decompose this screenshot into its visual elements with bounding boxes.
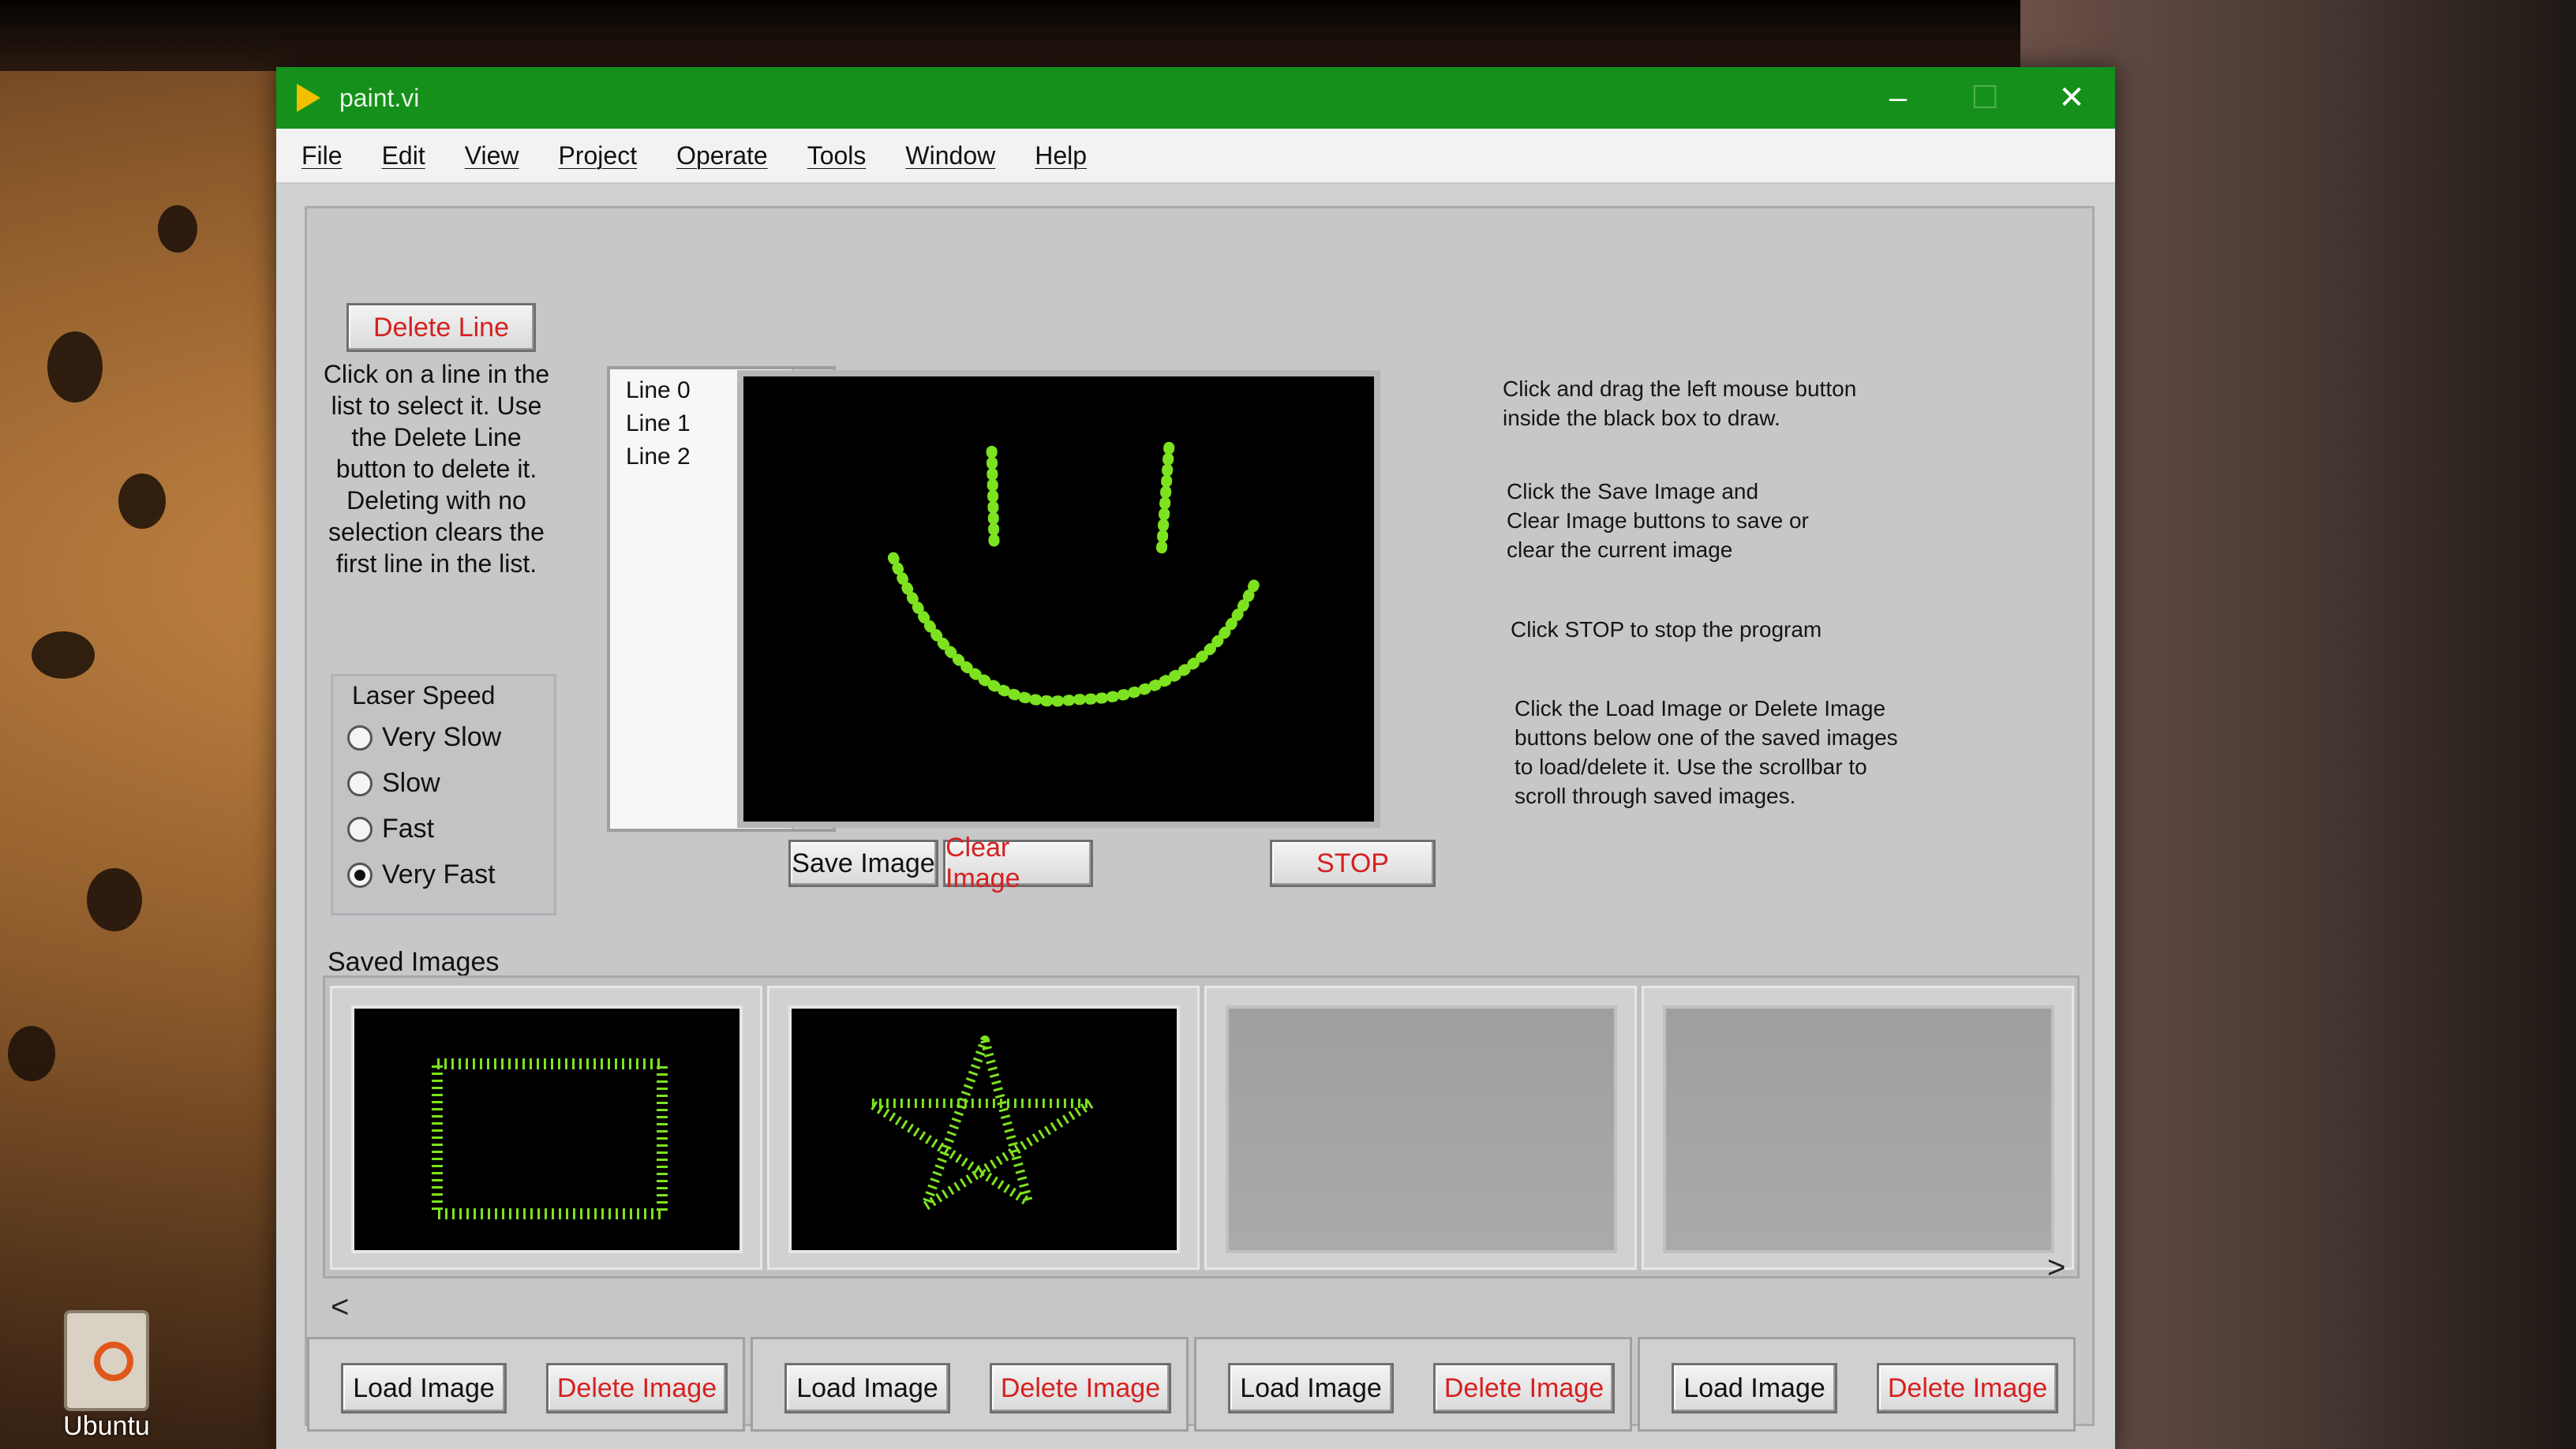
radio-circle <box>347 724 373 751</box>
radio-circle-selected <box>347 862 373 888</box>
radio-very-fast[interactable]: Very Fast <box>347 859 496 890</box>
menu-view[interactable]: View <box>451 141 534 170</box>
load-image-button[interactable]: Load Image <box>341 1363 507 1413</box>
clear-image-button[interactable]: Clear Image <box>943 833 1093 893</box>
saved-image-thumbnail-empty <box>1663 1005 2054 1253</box>
saved-image-thumbnail-empty <box>1226 1005 1617 1253</box>
radio-label: Very Fast <box>382 859 496 889</box>
delete-line-button[interactable]: Delete Line <box>346 303 536 352</box>
menu-project[interactable]: Project <box>544 141 651 170</box>
menu-help[interactable]: Help <box>1020 141 1101 170</box>
front-panel: Delete Line Click on a line in the list … <box>305 206 2095 1432</box>
delete-image-button[interactable]: Delete Image <box>546 1363 728 1413</box>
radio-label: Slow <box>382 768 440 798</box>
save-image-button[interactable]: Save Image <box>788 840 938 887</box>
saved-images-label: Saved Images <box>328 947 500 977</box>
slot-2-buttons: Load Image Delete Image <box>751 1337 1189 1432</box>
slot-4-buttons: Load Image Delete Image <box>1638 1337 2076 1432</box>
radio-label: Fast <box>382 814 435 844</box>
delete-image-button[interactable]: Delete Image <box>990 1363 1171 1413</box>
menu-window[interactable]: Window <box>891 141 1009 170</box>
load-image-button[interactable]: Load Image <box>1228 1363 1394 1413</box>
saved-image-thumbnail <box>788 1005 1180 1253</box>
instruction-draw: Click and drag the left mouse button ins… <box>1503 376 1857 430</box>
close-button[interactable]: ✕ <box>2028 67 2115 129</box>
laser-speed-group: Laser Speed Very Slow Slow Fast Very Fas… <box>331 674 556 915</box>
delete-image-button[interactable]: Delete Image <box>1433 1363 1615 1413</box>
star-drawing <box>866 1035 1096 1211</box>
menu-file[interactable]: File <box>287 141 357 170</box>
smiley-left-eye <box>986 445 1000 552</box>
saved-image-slot-3 <box>1204 986 1637 1270</box>
wallpaper-spot <box>8 1026 55 1081</box>
desktop-icon-label: Ubuntu <box>63 1411 150 1441</box>
instruction-save-clear: Click the Save Image and Clear Image but… <box>1507 479 1809 562</box>
instruction-stop: Click STOP to stop the program <box>1511 617 1822 642</box>
maximize-button[interactable]: ☐ <box>1941 67 2028 129</box>
laser-speed-title: Laser Speed <box>352 681 496 710</box>
minimize-button[interactable]: – <box>1855 67 1941 129</box>
list-item[interactable]: Line 2 <box>626 444 691 470</box>
radio-very-slow[interactable]: Very Slow <box>347 722 501 753</box>
list-item[interactable]: Line 0 <box>626 377 691 404</box>
labview-run-icon <box>297 84 320 112</box>
list-item[interactable]: Line 1 <box>626 410 691 437</box>
saved-image-slot-4 <box>1642 986 2074 1270</box>
wallpaper-spot <box>118 474 166 529</box>
menu-operate[interactable]: Operate <box>662 141 782 170</box>
smiley-drawing <box>887 441 1262 707</box>
wallpaper-spot <box>158 205 197 253</box>
instruction-load-delete: Click the Load Image or Delete Image but… <box>1515 696 1898 808</box>
scroll-left-chevron-icon[interactable]: < <box>331 1290 349 1325</box>
title-bar[interactable]: paint.vi – ☐ ✕ <box>276 67 2115 129</box>
paint-vi-window: paint.vi – ☐ ✕ File Edit View Project Op… <box>276 67 2115 1449</box>
load-image-button[interactable]: Load Image <box>784 1363 950 1413</box>
saved-image-slot-2 <box>767 986 1200 1270</box>
radio-fast[interactable]: Fast <box>347 814 434 844</box>
wallpaper-spot <box>47 331 103 402</box>
smiley-right-eye <box>1155 441 1175 562</box>
wallpaper-spot <box>32 631 95 679</box>
slot-3-buttons: Load Image Delete Image <box>1194 1337 1632 1432</box>
saved-image-slot-1 <box>330 986 762 1270</box>
menu-bar: File Edit View Project Operate Tools Win… <box>276 129 2115 184</box>
desktop-ubuntu-shortcut[interactable]: Ubuntu <box>55 1310 158 1441</box>
slot-1-buttons: Load Image Delete Image <box>307 1337 745 1432</box>
rectangle-drawing <box>432 1058 668 1219</box>
stop-button[interactable]: STOP <box>1270 840 1436 887</box>
scroll-right-chevron-icon[interactable]: > <box>2047 1250 2065 1286</box>
load-image-button[interactable]: Load Image <box>1672 1363 1837 1413</box>
saved-images-strip <box>323 975 2080 1279</box>
delete-image-button[interactable]: Delete Image <box>1877 1363 2058 1413</box>
radio-label: Very Slow <box>382 722 502 752</box>
ubuntu-icon <box>64 1310 149 1411</box>
wallpaper-spot <box>87 868 142 931</box>
window-title: paint.vi <box>339 83 420 112</box>
smiley-mouth <box>887 552 1262 707</box>
drawing-canvas[interactable] <box>737 370 1380 828</box>
menu-tools[interactable]: Tools <box>793 141 881 170</box>
delete-line-help-text: Click on a line in the list to select it… <box>323 360 550 578</box>
radio-circle <box>347 770 373 796</box>
radio-slow[interactable]: Slow <box>347 768 440 799</box>
radio-circle <box>347 816 373 842</box>
saved-image-thumbnail <box>351 1005 743 1253</box>
menu-edit[interactable]: Edit <box>368 141 440 170</box>
